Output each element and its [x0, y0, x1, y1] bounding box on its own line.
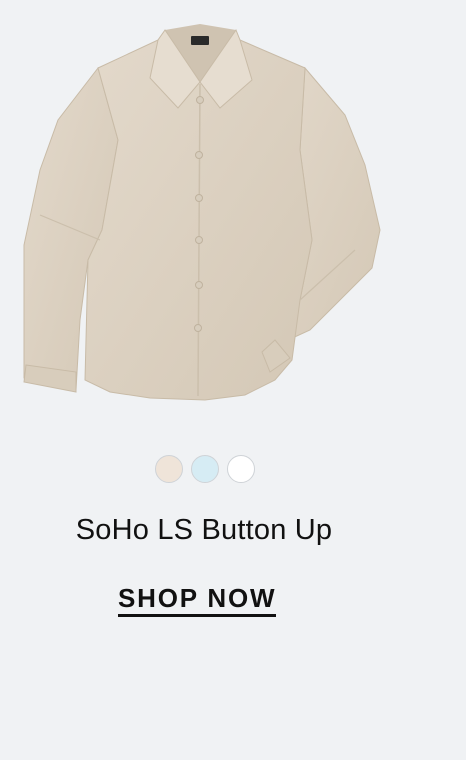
shop-now-link[interactable]: SHOP NOW	[118, 583, 277, 617]
product-image[interactable]	[0, 0, 466, 430]
color-swatches	[0, 455, 410, 483]
swatch-light-blue[interactable]	[191, 455, 219, 483]
swatch-white[interactable]	[227, 455, 255, 483]
product-card: SoHo LS Button Up SHOP NOW	[0, 0, 466, 760]
swatch-beige[interactable]	[155, 455, 183, 483]
button-up-shirt-image	[23, 24, 381, 401]
product-title[interactable]: SoHo LS Button Up	[0, 514, 408, 547]
